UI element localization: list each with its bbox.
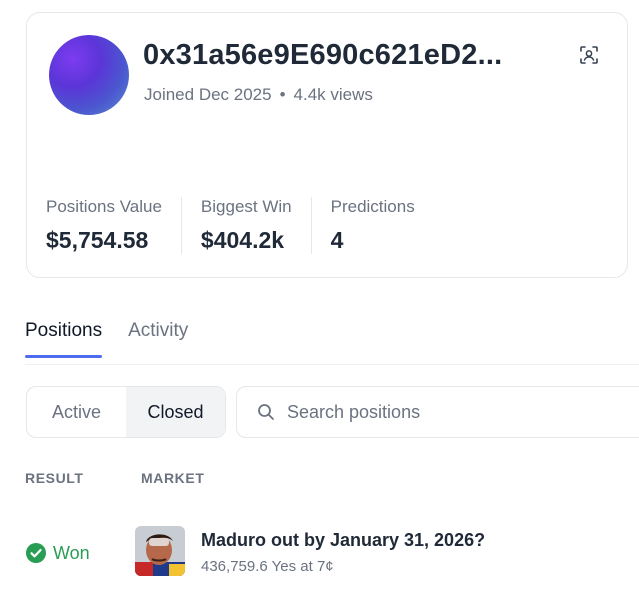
stat-label: Biggest Win <box>200 197 292 216</box>
meta-separator: • <box>279 85 286 104</box>
view-count: 4.4k views <box>293 85 373 104</box>
search-icon <box>258 404 274 420</box>
stat-biggest-win: Biggest Win $404.2k <box>180 197 311 254</box>
avatar <box>49 35 129 115</box>
joined-date: Joined Dec 2025 <box>144 85 272 104</box>
qr-scan-icon[interactable] <box>579 45 599 65</box>
market-detail: 436,759.6 Yes at 7¢ <box>201 558 334 575</box>
stat-value: 4 <box>330 227 344 253</box>
market-thumbnail[interactable] <box>135 526 185 576</box>
search-input[interactable] <box>287 401 607 423</box>
column-header-market[interactable]: MARKET <box>141 470 204 486</box>
result-label: Won <box>53 542 90 563</box>
stat-value: $404.2k <box>200 227 285 253</box>
column-header-result[interactable]: RESULT <box>25 470 84 486</box>
filter-closed-button[interactable]: Closed <box>126 387 225 437</box>
stat-label: Positions Value <box>46 197 162 216</box>
stats-row: Positions Value $5,754.58 Biggest Win $4… <box>46 197 434 254</box>
search-box[interactable] <box>236 386 639 438</box>
tab-bar: Positions Activity <box>25 320 188 358</box>
stat-value: $5,754.58 <box>46 227 149 253</box>
result-cell: Won <box>25 542 90 564</box>
profile-meta: Joined Dec 2025 • 4.4k views <box>144 85 373 105</box>
tab-activity[interactable]: Activity <box>128 320 188 358</box>
status-filter: Active Closed <box>26 386 226 438</box>
stat-label: Predictions <box>330 197 415 216</box>
market-title[interactable]: Maduro out by January 31, 2026? <box>201 530 485 551</box>
wallet-address: 0x31a56e9E690c621eD2... <box>143 39 503 71</box>
profile-card: 0x31a56e9E690c621eD2... Joined Dec 2025 •… <box>26 12 628 278</box>
tabs-divider <box>25 364 639 365</box>
stat-positions-value: Positions Value $5,754.58 <box>46 197 181 254</box>
filter-active-button[interactable]: Active <box>27 387 126 437</box>
tab-positions[interactable]: Positions <box>25 320 103 358</box>
stat-predictions: Predictions 4 <box>310 197 434 254</box>
check-circle-icon <box>26 543 46 563</box>
table-row[interactable]: Won Maduro out by January 31, 2026? 436,… <box>25 520 625 584</box>
